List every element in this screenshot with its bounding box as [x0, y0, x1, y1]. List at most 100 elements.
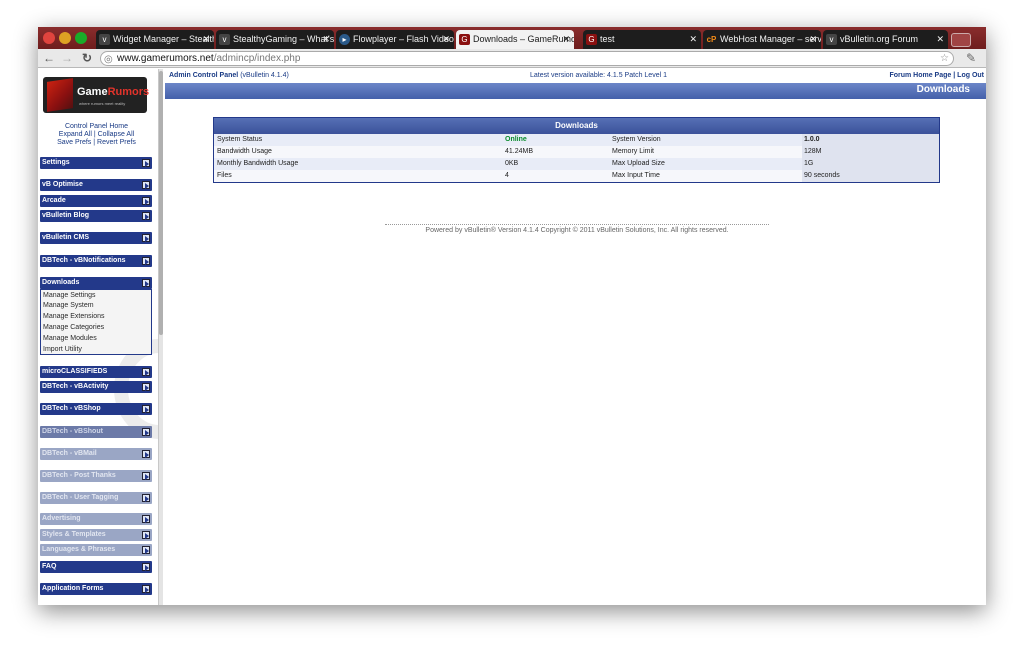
url-field[interactable]: ◎ www.gamerumors.net/admincp/index.php ☆ — [100, 51, 954, 66]
nav-group-styles-templates[interactable]: Styles & Templates — [40, 529, 152, 541]
close-tab-icon[interactable]: ✕ — [562, 30, 570, 49]
nav-group-dbtech-vbshop[interactable]: DBTech - vBShop — [40, 403, 152, 415]
tab-vbulletin-forum[interactable]: v vBulletin.org Forum ✕ — [823, 30, 948, 49]
nav-group-faq[interactable]: FAQ — [40, 561, 152, 573]
expand-arrow-icon[interactable] — [142, 383, 150, 391]
nav-group-settings[interactable]: Settings — [40, 157, 152, 169]
reload-icon[interactable]: ↻ — [80, 50, 94, 67]
wrench-icon[interactable]: ✎ — [964, 50, 978, 67]
collapse-all-link[interactable]: Collapse All — [98, 131, 135, 138]
minimize-window-button[interactable] — [59, 32, 71, 44]
globe-icon: ◎ — [104, 54, 113, 65]
close-tab-icon[interactable]: ✕ — [202, 30, 210, 49]
scrollbar-thumb[interactable] — [159, 71, 163, 335]
tab-strip: v Widget Manager – Stealth ✕ v StealthyG… — [38, 27, 986, 49]
nav-group-downloads[interactable]: Downloads — [40, 277, 152, 289]
expand-all-link[interactable]: Expand All — [59, 131, 92, 138]
value-files: 4 — [505, 172, 509, 179]
submenu-manage-extensions[interactable]: Manage Extensions — [43, 312, 104, 322]
nav-group-microclassifieds[interactable]: microCLASSIFIEDS — [40, 366, 152, 378]
value-bandwidth-usage: 41.24MB — [505, 148, 534, 155]
address-toolbar: ← → ↻ ◎ www.gamerumors.net/admincp/index… — [38, 49, 986, 68]
forward-arrow-icon[interactable]: → — [60, 50, 74, 67]
collapse-arrow-icon[interactable] — [142, 279, 150, 287]
label-monthly-bandwidth: Monthly Bandwidth Usage — [217, 160, 299, 167]
value-monthly-bandwidth: 0KB — [505, 160, 519, 167]
close-tab-icon[interactable]: ✕ — [689, 30, 697, 49]
close-tab-icon[interactable]: ✕ — [936, 30, 944, 49]
nav-group-vb-optimise[interactable]: vB Optimise — [40, 179, 152, 191]
nav-group-dbtech-vbshout[interactable]: DBTech - vBShout — [40, 426, 152, 438]
copyright-footer: Powered by vBulletin® Version 4.1.4 Copy… — [385, 224, 769, 234]
latest-version-link[interactable]: Latest version available: 4.1.5 Patch Le… — [530, 69, 667, 83]
tab-label: WebHost Manager – serv — [720, 34, 821, 44]
close-tab-icon[interactable]: ✕ — [442, 30, 450, 49]
flowplayer-favicon-icon: ▸ — [339, 34, 350, 45]
bookmark-star-icon[interactable]: ☆ — [940, 52, 949, 65]
sidebar: GameRumors where rumors meet reality Con… — [38, 69, 158, 605]
nav-group-vbulletin-blog[interactable]: vBulletin Blog — [40, 210, 152, 222]
nav-group-advertising[interactable]: Advertising — [40, 513, 152, 525]
sidebar-scrollbar[interactable] — [158, 69, 163, 605]
tab-downloads[interactable]: G Downloads – GameRumo ✕ — [456, 30, 574, 49]
nav-group-dbtech-vbmail[interactable]: DBTech - vBMail — [40, 448, 152, 460]
tab-stealthygaming[interactable]: v StealthyGaming – What's ✕ — [216, 30, 334, 49]
nav-group-application-forms[interactable]: Application Forms — [40, 583, 152, 595]
label-memory-limit: Memory Limit — [612, 148, 655, 155]
expand-arrow-icon[interactable] — [142, 531, 150, 539]
tab-widget-manager[interactable]: v Widget Manager – Stealth ✕ — [96, 30, 214, 49]
expand-arrow-icon[interactable] — [142, 546, 150, 554]
expand-arrow-icon[interactable] — [142, 472, 150, 480]
close-window-button[interactable] — [43, 32, 55, 44]
nav-group-arcade[interactable]: Arcade — [40, 195, 152, 207]
header-links: Forum Home Page | Log Out — [889, 69, 984, 83]
submenu-manage-settings[interactable]: Manage Settings — [43, 291, 96, 301]
page-title: Downloads — [916, 84, 970, 95]
expand-arrow-icon[interactable] — [142, 515, 150, 523]
back-arrow-icon[interactable]: ← — [42, 50, 56, 67]
submenu-manage-modules[interactable]: Manage Modules — [43, 334, 97, 344]
expand-arrow-icon[interactable] — [142, 234, 150, 242]
expand-arrow-icon[interactable] — [142, 212, 150, 220]
submenu-import-utility[interactable]: Import Utility — [43, 345, 82, 355]
expand-arrow-icon[interactable] — [142, 450, 150, 458]
close-tab-icon[interactable]: ✕ — [809, 30, 817, 49]
acp-title[interactable]: Admin Control Panel (vBulletin 4.1.4) — [169, 69, 289, 83]
save-prefs-link[interactable]: Save Prefs — [57, 139, 91, 146]
logo-text: GameRumors — [77, 86, 150, 98]
value-system-version: 1.0.0 — [802, 134, 939, 146]
nav-group-dbtech-vbactivity[interactable]: DBTech - vBActivity — [40, 381, 152, 393]
expand-arrow-icon[interactable] — [142, 563, 150, 571]
expand-arrow-icon[interactable] — [142, 159, 150, 167]
submenu-manage-system[interactable]: Manage System — [43, 301, 94, 311]
expand-arrow-icon[interactable] — [142, 428, 150, 436]
expand-arrow-icon[interactable] — [142, 405, 150, 413]
tab-webhost-manager[interactable]: cP WebHost Manager – serv ✕ — [703, 30, 821, 49]
tab-label: test — [600, 34, 615, 44]
forum-home-link[interactable]: Forum Home Page — [889, 72, 951, 79]
nav-group-dbtech-post-thanks[interactable]: DBTech - Post Thanks — [40, 470, 152, 482]
tab-test[interactable]: G test ✕ — [583, 30, 701, 49]
tab-flowplayer[interactable]: ▸ Flowplayer – Flash Video ✕ — [336, 30, 454, 49]
log-out-link[interactable]: Log Out — [957, 72, 984, 79]
control-panel-home-link[interactable]: Control Panel Home — [65, 123, 128, 130]
nav-group-languages-phrases[interactable]: Languages & Phrases — [40, 544, 152, 556]
expand-arrow-icon[interactable] — [142, 257, 150, 265]
close-tab-icon[interactable]: ✕ — [322, 30, 330, 49]
window-controls — [43, 31, 91, 45]
zoom-window-button[interactable] — [75, 32, 87, 44]
nav-group-dbtech-user-tagging[interactable]: DBTech - User Tagging — [40, 492, 152, 504]
nav-group-vbulletin-cms[interactable]: vBulletin CMS — [40, 232, 152, 244]
submenu-manage-categories[interactable]: Manage Categories — [43, 323, 104, 333]
expand-arrow-icon[interactable] — [142, 368, 150, 376]
expand-arrow-icon[interactable] — [142, 494, 150, 502]
label-max-upload-size: Max Upload Size — [612, 160, 665, 167]
revert-prefs-link[interactable]: Revert Prefs — [97, 139, 136, 146]
separator: | — [953, 72, 956, 79]
new-tab-button[interactable] — [951, 33, 971, 47]
nav-group-dbtech-vbnotifications[interactable]: DBTech - vBNotifications — [40, 255, 152, 267]
expand-arrow-icon[interactable] — [142, 181, 150, 189]
site-logo[interactable]: GameRumors where rumors meet reality — [43, 77, 150, 113]
expand-arrow-icon[interactable] — [142, 197, 150, 205]
expand-arrow-icon[interactable] — [142, 585, 150, 593]
